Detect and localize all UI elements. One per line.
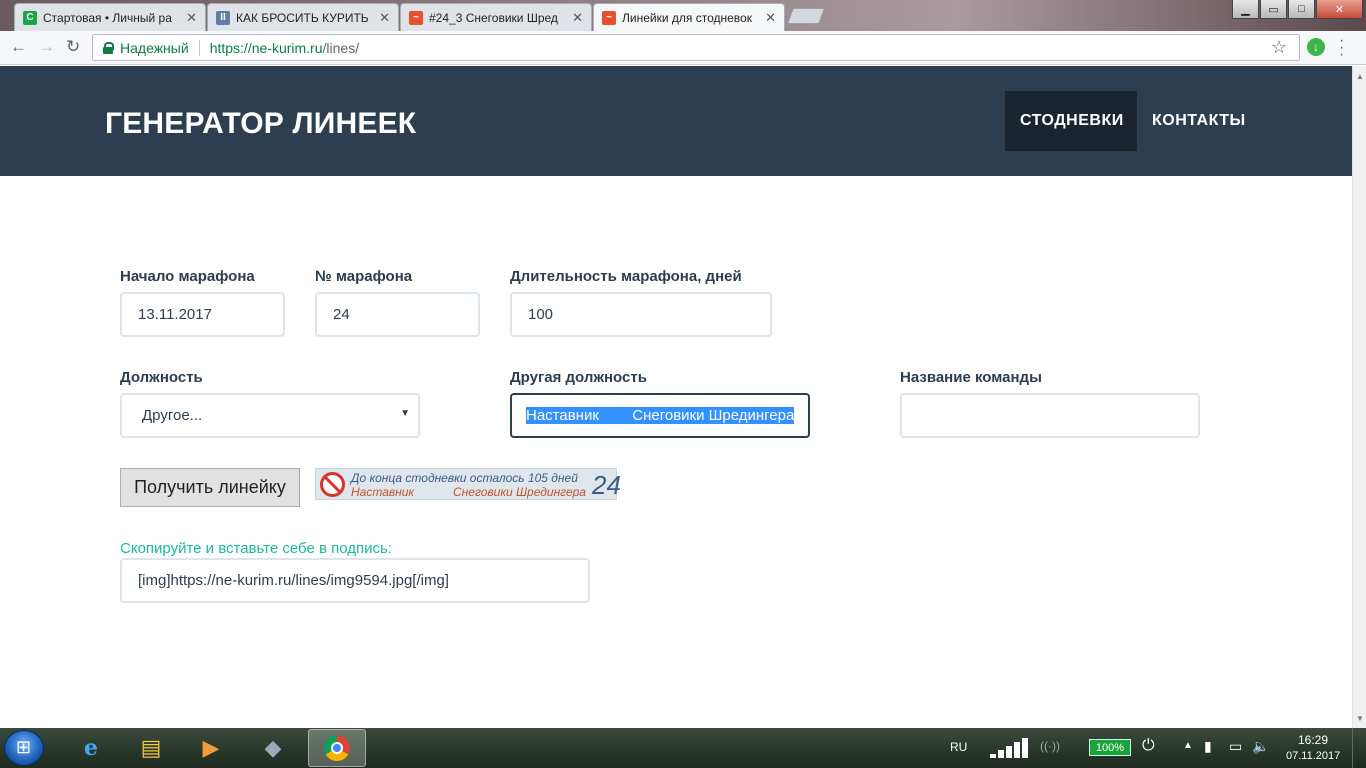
window-restore-button[interactable]: ▭: [1260, 0, 1287, 19]
url-host: https://ne-kurim.ru: [209, 39, 323, 56]
banner-days-left: До конца стодневки осталось 105 дней: [351, 471, 578, 485]
network-icon[interactable]: ▭: [1229, 738, 1242, 755]
forum-favicon-icon: II: [216, 10, 230, 25]
window-close-button[interactable]: ✕: [1316, 0, 1363, 19]
close-icon[interactable]: ✕: [572, 10, 583, 26]
media-player-icon[interactable]: ▶: [182, 729, 240, 767]
tab-title: #24_3 Снеговики Шред: [429, 10, 558, 25]
other-position-input[interactable]: Наставник Снеговики Шредингера: [510, 393, 810, 438]
scroll-down-arrow-icon[interactable]: ▼: [1356, 714, 1364, 723]
marathon-number-input[interactable]: 24: [315, 292, 480, 337]
generated-line-banner: До конца стодневки осталось 105 дней Нас…: [315, 468, 621, 500]
language-indicator[interactable]: RU: [950, 740, 967, 754]
tab-title: Линейки для стодневок: [622, 10, 752, 25]
show-desktop-button[interactable]: [1352, 728, 1366, 768]
ne-kurim-favicon-icon: ~: [602, 10, 616, 25]
signal-strength-icon[interactable]: [990, 738, 1032, 758]
battery-indicator[interactable]: 100%: [1089, 739, 1131, 756]
position-select[interactable]: Другое... ▼: [120, 393, 420, 438]
banner-role: Наставник: [351, 485, 415, 499]
browser-toolbar: ← → ↻ Надежный https://ne-kurim.ru /line…: [0, 31, 1366, 65]
divider: [198, 39, 200, 56]
chrome-icon: [324, 735, 350, 761]
forward-arrow-icon[interactable]: →: [38, 37, 55, 57]
window-maximize-button[interactable]: □: [1288, 0, 1315, 19]
duration-input[interactable]: 100: [510, 292, 772, 337]
internet-explorer-icon[interactable]: e: [62, 729, 120, 767]
volume-icon[interactable]: 🔈: [1252, 738, 1269, 755]
copy-instruction-label: Скопируйте и вставьте себе в подпись:: [120, 540, 392, 557]
browser-tab-quit-smoking[interactable]: II КАК БРОСИТЬ КУРИТЬ ✕: [207, 3, 399, 31]
secure-label: Надежный: [120, 39, 189, 56]
reload-icon[interactable]: ↻: [66, 37, 80, 57]
marathon-number-label: № марафона: [315, 268, 413, 285]
duration-label: Длительность марафона, дней: [510, 268, 742, 285]
team-name-label: Название команды: [900, 369, 1042, 386]
banner-marathon-number: 24: [592, 470, 621, 500]
team-name-input[interactable]: [900, 393, 1200, 438]
start-page-favicon-icon: C: [23, 10, 37, 25]
clock-date[interactable]: 07.11.2017: [1286, 750, 1340, 762]
site-header: ГЕНЕРАТОР ЛИНЕЕК СТОДНЕВКИ КОНТАКТЫ: [0, 66, 1352, 176]
dropdown-arrow-icon: ▼: [400, 408, 410, 419]
close-icon[interactable]: ✕: [186, 10, 197, 26]
nav-item-stodnevki[interactable]: СТОДНЕВКИ: [1005, 91, 1137, 151]
url-path: /lines/: [322, 39, 360, 56]
no-smoking-icon: [320, 472, 345, 497]
power-plug-icon[interactable]: ⏻: [1142, 737, 1155, 755]
lock-icon: [102, 41, 114, 54]
window-minimize-button[interactable]: ▁: [1232, 0, 1259, 19]
wifi-icon[interactable]: ((·)): [1040, 739, 1060, 753]
other-position-label: Другая должность: [510, 369, 647, 386]
bookmark-star-icon[interactable]: ☆: [1271, 37, 1287, 58]
browser-menu-icon[interactable]: · · ·: [1339, 33, 1344, 63]
windows-taskbar: e ▤ ▶ ◆ RU ((·)) 100% ⏻ ▲ ▮ ▭ 🔈 16:29 07…: [0, 728, 1366, 768]
browser-tab-start[interactable]: C Стартовая • Личный ра ✕: [14, 3, 206, 31]
position-select-value: Другое...: [142, 407, 203, 424]
address-bar[interactable]: Надежный https://ne-kurim.ru /lines/ ☆: [92, 34, 1300, 61]
start-date-label: Начало марафона: [120, 268, 255, 285]
laptop-app-icon[interactable]: ◆: [244, 729, 302, 767]
browser-tab-lines[interactable]: ~ Линейки для стодневок ✕: [593, 3, 785, 31]
position-label: Должность: [120, 369, 203, 386]
file-explorer-icon[interactable]: ▤: [122, 729, 180, 767]
new-tab-button[interactable]: [787, 8, 825, 24]
site-title[interactable]: ГЕНЕРАТОР ЛИНЕЕК: [105, 107, 416, 141]
chrome-taskbar-icon[interactable]: [308, 729, 366, 767]
page-scrollbar[interactable]: ▲ ▼: [1352, 66, 1366, 728]
browser-tab-snowmen[interactable]: ~ #24_3 Снеговики Шред ✕: [400, 3, 592, 31]
nav-item-contacts[interactable]: КОНТАКТЫ: [1137, 91, 1261, 151]
download-extension-icon[interactable]: ↓: [1307, 38, 1325, 56]
other-position-value: Наставник Снеговики Шредингера: [526, 407, 795, 424]
get-line-button[interactable]: Получить линейку: [120, 468, 300, 507]
scroll-up-arrow-icon[interactable]: ▲: [1356, 72, 1364, 81]
tab-title: КАК БРОСИТЬ КУРИТЬ: [236, 10, 369, 25]
close-icon[interactable]: ✕: [379, 10, 390, 26]
show-hidden-icons-icon[interactable]: ▲: [1183, 740, 1193, 751]
browser-tabstrip: C Стартовая • Личный ра ✕ II КАК БРОСИТЬ…: [0, 0, 1366, 31]
bbcode-output-input[interactable]: [img]https://ne-kurim.ru/lines/img9594.j…: [120, 558, 590, 603]
clock-time[interactable]: 16:29: [1298, 733, 1328, 747]
tab-title: Стартовая • Личный ра: [43, 10, 172, 25]
start-button[interactable]: [4, 730, 44, 766]
start-date-input[interactable]: 13.11.2017: [120, 292, 285, 337]
banner-team: Снеговики Шредингера: [453, 485, 586, 499]
back-arrow-icon[interactable]: ←: [10, 37, 27, 57]
ne-kurim-favicon-icon: ~: [409, 10, 423, 25]
close-icon[interactable]: ✕: [765, 10, 776, 26]
safely-remove-hardware-icon[interactable]: ▮: [1204, 738, 1212, 755]
